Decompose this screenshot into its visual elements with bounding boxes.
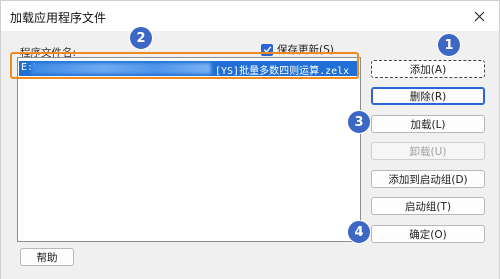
step-badge-3: 3 bbox=[347, 110, 371, 134]
save-history-checkbox[interactable]: 保存更新(S) bbox=[261, 42, 334, 57]
dialog-title: 加载应用程序文件 bbox=[10, 11, 107, 25]
help-button[interactable]: 帮助 bbox=[20, 248, 74, 266]
list-item[interactable]: E:\ [YS]批量多数四则运算.zelx bbox=[19, 61, 359, 77]
load-app-dialog: 加载应用程序文件 程序文件名: 保存更新(S) E:\ [YS]批量多数四则运算… bbox=[0, 0, 500, 279]
step-badge-4: 4 bbox=[347, 220, 371, 244]
add-button[interactable]: 添加(A) bbox=[371, 60, 485, 78]
blurred-path bbox=[31, 63, 211, 74]
checkbox-checked-icon[interactable] bbox=[261, 43, 273, 56]
add-to-startup-button[interactable]: 添加到启动组(D) bbox=[371, 170, 485, 188]
close-button[interactable] bbox=[459, 1, 499, 31]
file-list[interactable]: E:\ [YS]批量多数四则运算.zelx bbox=[17, 57, 361, 242]
save-history-label: 保存更新(S) bbox=[277, 44, 334, 56]
delete-button[interactable]: 删除(R) bbox=[371, 87, 485, 105]
title-bar: 加载应用程序文件 bbox=[1, 1, 499, 31]
close-icon bbox=[474, 11, 484, 21]
ok-button[interactable]: 确定(O) bbox=[371, 225, 485, 243]
step-badge-1: 1 bbox=[437, 33, 461, 57]
startup-group-button[interactable]: 启动组(T) bbox=[371, 197, 485, 215]
step-badge-2: 2 bbox=[129, 26, 153, 50]
load-button[interactable]: 加载(L) bbox=[371, 115, 485, 133]
unload-button[interactable]: 卸载(U) bbox=[371, 142, 485, 160]
file-name: [YS]批量多数四则运算.zelx bbox=[215, 66, 350, 77]
